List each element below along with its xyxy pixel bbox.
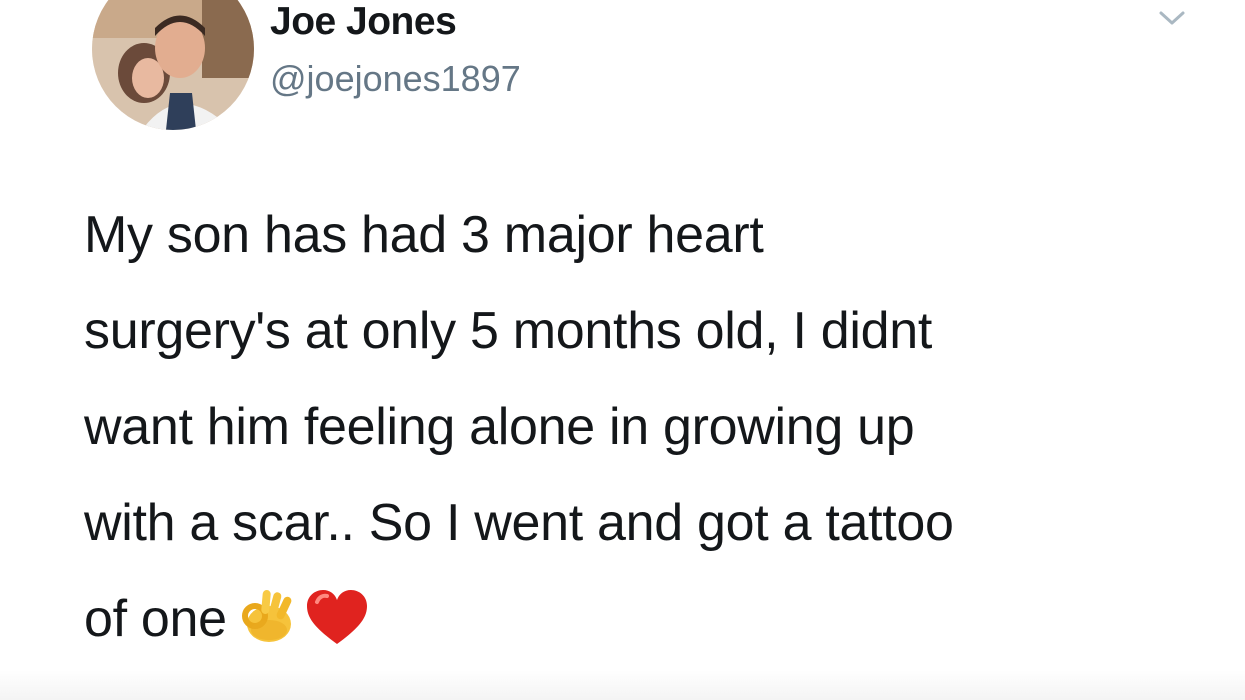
profile-photo-icon [92, 0, 254, 130]
tweet-text-line: with a scar.. So I went and got a tattoo [84, 494, 954, 552]
tweet-card: Joe Jones @joejones1897 My son has had 3… [0, 0, 1245, 700]
tweet-text: My son has had 3 major heart surgery's a… [84, 187, 1204, 679]
tweet-text-line: My son has had 3 major heart [84, 206, 764, 264]
user-handle[interactable]: @joejones1897 [270, 58, 521, 100]
ok-hand-emoji-icon [235, 583, 297, 679]
display-name[interactable]: Joe Jones [270, 0, 457, 44]
red-heart-emoji-icon [305, 583, 369, 679]
tweet-text-line: surgery's at only 5 months old, I didnt [84, 302, 933, 360]
chevron-down-icon[interactable] [1158, 8, 1186, 28]
tweet-text-line: want him feeling alone in growing up [84, 398, 915, 456]
tweet-text-line: of one [84, 590, 227, 648]
tweet-text-last-line: of one [84, 571, 1204, 679]
bottom-fade [0, 670, 1245, 700]
avatar[interactable] [92, 0, 254, 130]
